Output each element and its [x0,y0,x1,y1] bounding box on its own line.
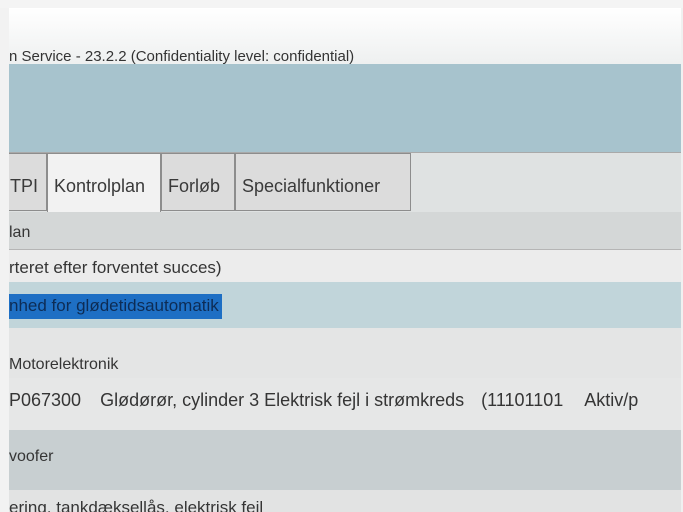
tab-forlob[interactable]: Forløb [161,153,235,211]
tab-strip: TPI Kontrolplan Forløb Specialfunktioner [9,152,681,213]
woofer-label: voofer [9,448,54,465]
sort-note: rteret efter forventet succes) [9,258,222,277]
list-item-module[interactable]: Motorelektronik [9,328,681,378]
window-title: n Service - 23.2.2 (Confidentiality leve… [9,48,355,65]
header-band [9,64,681,152]
fault-description: Glødørør, cylinder 3 Elektrisk fejl i st… [100,390,465,410]
tank-label: ering, tankdæksellås, elektrisk fejl [9,498,264,512]
app-window: n Service - 23.2.2 (Confidentiality leve… [9,8,681,512]
plan-label: lan [9,224,31,241]
selected-item-label: nhed for glødetidsautomatik [9,294,222,319]
title-bar: n Service - 23.2.2 (Confidentiality leve… [9,8,681,65]
tab-tpi[interactable]: TPI [9,153,47,211]
tab-specialfunktioner-label: Specialfunktioner [242,176,381,196]
monitor-bezel-top [0,0,683,8]
tab-kontrolplan[interactable]: Kontrolplan [47,153,161,213]
plan-header: lan [9,212,681,250]
monitor-bezel-left [0,8,9,512]
tab-forlob-label: Forløb [168,176,221,196]
list-item-woofer[interactable]: voofer [9,430,681,490]
sort-note-row: rteret efter forventet succes) [9,250,681,282]
tab-tpi-label: TPI [10,176,39,196]
module-label: Motorelektronik [9,356,119,373]
list-item-fault[interactable]: P067300 Glødørør, cylinder 3 Elektrisk f… [9,378,681,430]
fault-code: P067300 [9,390,82,410]
fault-status: Aktiv/p [584,390,639,410]
tab-specialfunktioner[interactable]: Specialfunktioner [235,153,411,211]
list-item-tank[interactable]: ering, tankdæksellås, elektrisk fejl [9,490,681,512]
tab-kontrolplan-label: Kontrolplan [54,176,146,196]
fault-status-code: (11101101 [481,390,564,410]
list-item-selected[interactable]: nhed for glødetidsautomatik [9,282,681,328]
